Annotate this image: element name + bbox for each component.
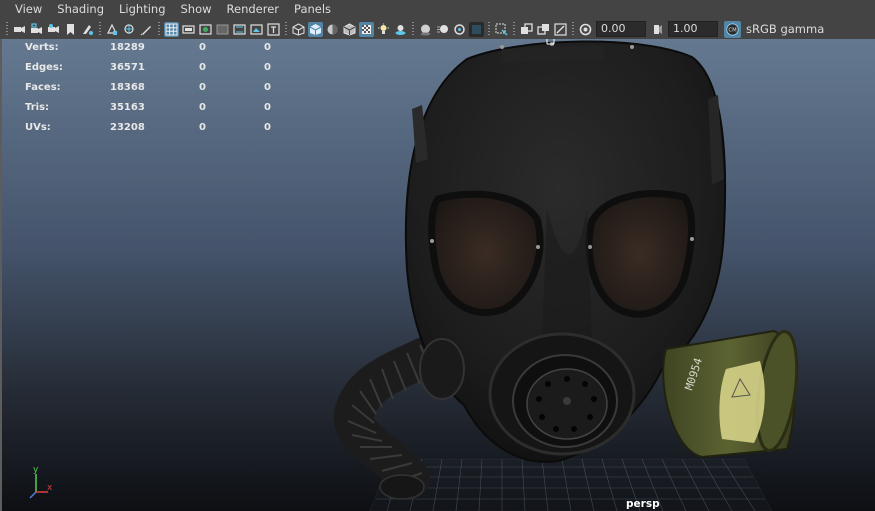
hud-label: Verts: bbox=[25, 42, 59, 53]
pencil-icon[interactable] bbox=[139, 22, 154, 37]
hud-component-value: 0 bbox=[264, 82, 271, 93]
hud-label: Tris: bbox=[25, 102, 50, 113]
poly-count-hud: Verts: 18289 0 0 Edges: 36571 0 0 Faces:… bbox=[25, 40, 285, 140]
filter-canister: M0954 bbox=[662, 329, 799, 459]
hud-component-value: 0 bbox=[264, 102, 271, 113]
lock-camera-icon[interactable] bbox=[29, 22, 44, 37]
toolbar-separator bbox=[285, 22, 287, 36]
menu-shading[interactable]: Shading bbox=[49, 0, 111, 19]
axis-x-label: x bbox=[47, 483, 53, 493]
gamma-field[interactable]: 1.00 bbox=[668, 21, 718, 37]
use-all-lights-icon[interactable] bbox=[376, 22, 391, 37]
toolbar-separator bbox=[488, 22, 490, 36]
hud-total-value: 18289 bbox=[110, 42, 145, 53]
resolution-gate-icon[interactable] bbox=[198, 22, 213, 37]
grid-toggle-icon[interactable] bbox=[164, 21, 179, 37]
wireframe-on-shaded-icon[interactable] bbox=[342, 22, 357, 37]
hud-row-tris: Tris: 35163 0 0 bbox=[25, 100, 285, 120]
menu-show[interactable]: Show bbox=[173, 0, 219, 19]
xray-joints-icon[interactable] bbox=[553, 22, 568, 37]
toolbar-separator bbox=[158, 22, 160, 36]
toolbar-separator bbox=[572, 22, 574, 36]
grease-pencil-icon[interactable] bbox=[122, 22, 137, 37]
hud-label: Edges: bbox=[25, 62, 63, 73]
3d-viewport[interactable]: M0954 Verts: 18289 0 0 Edges: 36571 0 0 bbox=[0, 39, 875, 511]
ground-grid bbox=[369, 458, 773, 511]
hud-total-value: 35163 bbox=[110, 102, 145, 113]
safe-title-icon[interactable] bbox=[266, 22, 281, 37]
hud-component-value: 0 bbox=[264, 62, 271, 73]
hud-label: UVs: bbox=[25, 122, 51, 133]
depth-of-field-icon[interactable] bbox=[469, 21, 484, 37]
field-chart-icon[interactable] bbox=[232, 22, 247, 37]
hud-selected-value: 0 bbox=[199, 122, 206, 133]
screen-space-ao-icon[interactable] bbox=[418, 22, 433, 37]
hud-row-uvs: UVs: 23208 0 0 bbox=[25, 120, 285, 140]
toolbar-separator bbox=[99, 22, 101, 36]
camera-name-label: persp bbox=[626, 498, 660, 510]
hud-row-faces: Faces: 18368 0 0 bbox=[25, 80, 285, 100]
hud-component-value: 0 bbox=[264, 122, 271, 133]
panel-toolbar: 0.00 1.00 CM sRGB gamma bbox=[0, 19, 875, 39]
view-axis-gizmo: y x bbox=[29, 465, 53, 499]
panel-menu-bar: View Shading Lighting Show Renderer Pane… bbox=[0, 0, 875, 19]
select-camera-icon[interactable] bbox=[12, 22, 27, 37]
gamma-icon[interactable] bbox=[650, 22, 665, 37]
hud-row-edges: Edges: 36571 0 0 bbox=[25, 60, 285, 80]
default-material-icon[interactable] bbox=[325, 22, 340, 37]
hud-total-value: 36571 bbox=[110, 62, 145, 73]
hud-selected-value: 0 bbox=[199, 102, 206, 113]
isolate-select-icon[interactable] bbox=[494, 22, 509, 37]
xray-icon[interactable] bbox=[519, 22, 534, 37]
hud-selected-value: 0 bbox=[199, 42, 206, 53]
color-management-toggle-icon[interactable]: CM bbox=[724, 20, 741, 38]
menu-panels[interactable]: Panels bbox=[286, 0, 338, 19]
hud-row-verts: Verts: 18289 0 0 bbox=[25, 40, 285, 60]
multisample-aa-icon[interactable] bbox=[452, 22, 467, 37]
gate-mask-icon[interactable] bbox=[215, 22, 230, 37]
axis-y-label: y bbox=[33, 465, 39, 475]
exposure-icon[interactable] bbox=[578, 22, 593, 37]
2d-pan-zoom-icon[interactable] bbox=[105, 22, 120, 37]
smooth-shade-icon[interactable] bbox=[308, 21, 323, 37]
shadows-icon[interactable] bbox=[393, 22, 408, 37]
cm-badge-text: CM bbox=[728, 27, 737, 33]
hud-component-value: 0 bbox=[264, 42, 271, 53]
film-gate-icon[interactable] bbox=[181, 22, 196, 37]
hud-total-value: 18368 bbox=[110, 82, 145, 93]
maya-viewport-panel: View Shading Lighting Show Renderer Pane… bbox=[0, 0, 875, 511]
menu-view[interactable]: View bbox=[0, 0, 49, 19]
view-transform-label[interactable]: sRGB gamma bbox=[746, 22, 824, 36]
toolbar-separator bbox=[412, 22, 414, 36]
camera-attributes-icon[interactable] bbox=[46, 22, 61, 37]
menu-renderer[interactable]: Renderer bbox=[219, 0, 287, 19]
wireframe-icon[interactable] bbox=[291, 22, 306, 37]
toolbar-separator bbox=[513, 22, 515, 36]
hud-total-value: 23208 bbox=[110, 122, 145, 133]
safe-action-icon[interactable] bbox=[249, 22, 264, 37]
motion-blur-icon[interactable] bbox=[435, 22, 450, 37]
exposure-field[interactable]: 0.00 bbox=[596, 21, 646, 37]
menu-lighting[interactable]: Lighting bbox=[111, 0, 172, 19]
image-plane-icon[interactable] bbox=[80, 22, 95, 37]
hud-selected-value: 0 bbox=[199, 82, 206, 93]
toolbar-separator bbox=[6, 22, 8, 36]
hud-label: Faces: bbox=[25, 82, 61, 93]
xray-active-components-icon[interactable] bbox=[536, 22, 551, 37]
bookmarks-icon[interactable] bbox=[63, 22, 78, 37]
hud-selected-value: 0 bbox=[199, 62, 206, 73]
textured-icon[interactable] bbox=[359, 21, 374, 37]
